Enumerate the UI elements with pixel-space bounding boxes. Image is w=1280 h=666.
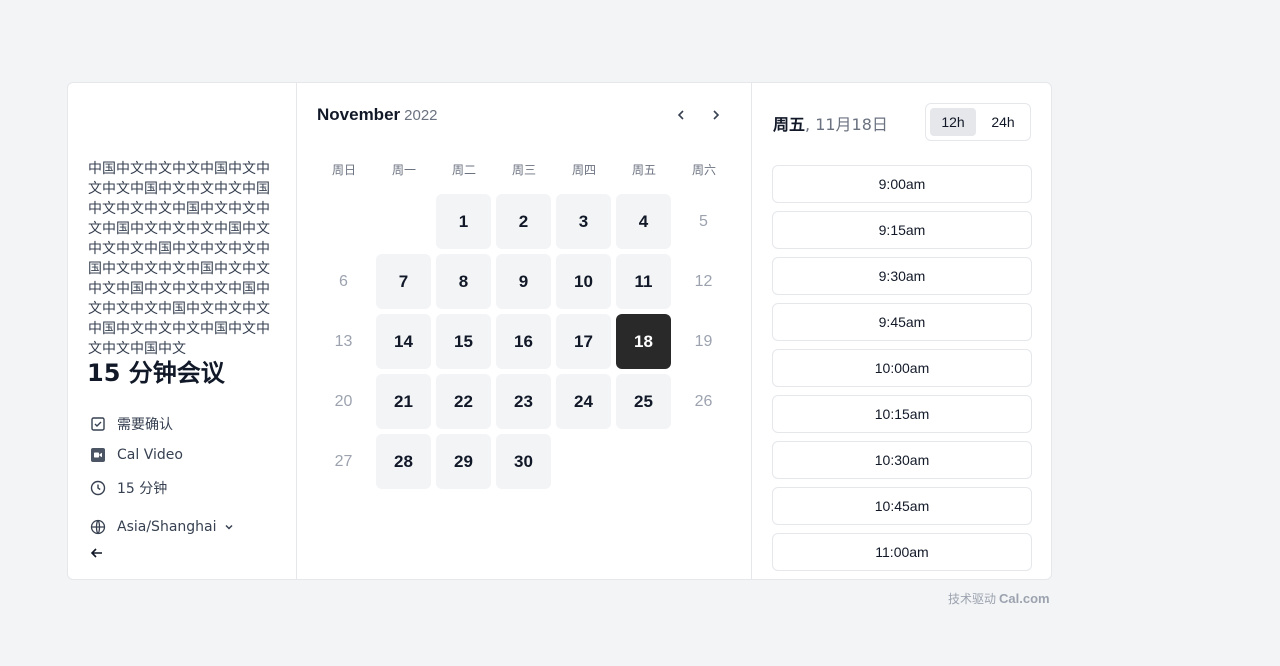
clock-icon: [89, 479, 107, 497]
requires-confirmation-label: 需要确认: [117, 417, 173, 433]
next-month-button[interactable]: [704, 103, 728, 127]
selected-date: , 11月18日: [805, 115, 888, 134]
calendar-day[interactable]: 17: [556, 314, 611, 369]
duration-label: 15 分钟: [117, 481, 168, 497]
timezone-label: Asia/Shanghai: [117, 519, 217, 535]
time-slot-button[interactable]: 9:45am: [772, 303, 1032, 341]
duration-row: 15 分钟: [89, 478, 167, 498]
calendar-day[interactable]: 22: [436, 374, 491, 429]
time-slot-button[interactable]: [772, 579, 1032, 580]
toggle-12h-button[interactable]: 12h: [930, 108, 976, 136]
time-slots-panel: 周五, 11月18日 12h 24h 9:00am 9:15am 9:30am 9:4…: [752, 83, 1051, 580]
weekday-label: 周五: [631, 163, 656, 177]
calendar-day[interactable]: 10: [556, 254, 611, 309]
year-label: 2022: [404, 107, 438, 124]
time-slot-button[interactable]: 10:00am: [772, 349, 1032, 387]
event-title: 15 分钟会议: [87, 359, 225, 387]
time-slot-button[interactable]: 11:00am: [772, 533, 1032, 571]
calendar-day: 20: [334, 392, 353, 410]
calendar-day[interactable]: 15: [436, 314, 491, 369]
powered-by-footer: 技术驱动 Cal.com: [948, 590, 1050, 607]
location-label: Cal Video: [117, 447, 183, 463]
calendar-day: 19: [694, 332, 713, 350]
weekday-label: 周六: [691, 163, 716, 177]
calendar-day: 26: [694, 392, 713, 410]
calendar-day[interactable]: 23: [496, 374, 551, 429]
calendar-day[interactable]: 16: [496, 314, 551, 369]
calendar-day[interactable]: 25: [616, 374, 671, 429]
time-slot-button[interactable]: 9:00am: [772, 165, 1032, 203]
calendar-day[interactable]: 7: [376, 254, 431, 309]
globe-icon: [89, 518, 107, 536]
timezone-select[interactable]: Asia/Shanghai: [89, 518, 235, 536]
time-format-toggle: 12h 24h: [925, 103, 1031, 141]
calendar-day: 27: [334, 452, 353, 470]
previous-month-button[interactable]: [669, 103, 693, 127]
weekday-label: 周一: [391, 163, 416, 177]
calendar-day: 5: [699, 212, 708, 230]
weekday-label: 周三: [511, 163, 536, 177]
month-label: November: [317, 105, 401, 124]
event-info-panel: 中国中文中文中文中国中文中文中文中国中文中文中文中国中文中文中文中国中文中文中文…: [68, 83, 297, 579]
weekday-label: 周四: [571, 163, 596, 177]
calendar-day-selected[interactable]: 18: [616, 314, 671, 369]
calendar-day: 6: [339, 272, 348, 290]
cal-com-logo[interactable]: Cal.com: [999, 591, 1050, 606]
time-slot-button[interactable]: 9:15am: [772, 211, 1032, 249]
chevron-right-icon: [713, 110, 720, 120]
calendar-day[interactable]: 21: [376, 374, 431, 429]
calendar-day: 12: [694, 272, 713, 290]
calendar-day[interactable]: 3: [556, 194, 611, 249]
calendar-day[interactable]: 8: [436, 254, 491, 309]
back-arrow-icon[interactable]: [89, 545, 105, 561]
video-icon: [89, 446, 107, 464]
weekday-label: 周日: [331, 163, 356, 177]
calendar-day[interactable]: 24: [556, 374, 611, 429]
month-year-heading: November 2022: [317, 105, 438, 125]
time-slot-button[interactable]: 9:30am: [772, 257, 1032, 295]
calendar-day[interactable]: 14: [376, 314, 431, 369]
chevron-left-icon: [677, 110, 684, 120]
calendar-day[interactable]: 30: [496, 434, 551, 489]
calendar-panel: November 2022 周日 周一 周二 周三 周四 周五 周六 1 2 3 4 5 6 7 8 9 10 1…: [297, 83, 752, 579]
checkbox-icon: [89, 415, 107, 433]
event-description: 中国中文中文中文中国中文中文中文中国中文中文中文中国中文中文中文中国中文中文中文…: [88, 161, 270, 357]
weekday-label: 周二: [451, 163, 476, 177]
requires-confirmation-row: 需要确认: [89, 414, 173, 434]
calendar-day[interactable]: 11: [616, 254, 671, 309]
selected-weekday: 周五: [773, 115, 806, 134]
toggle-24h-button[interactable]: 24h: [980, 108, 1026, 136]
calendar-day[interactable]: 29: [436, 434, 491, 489]
calendar-day[interactable]: 2: [496, 194, 551, 249]
powered-by-label: 技术驱动: [948, 592, 997, 606]
calendar-day[interactable]: 4: [616, 194, 671, 249]
booking-card: 中国中文中文中文中国中文中文中文中国中文中文中文中国中文中文中文中国中文中文中文…: [67, 82, 1052, 580]
time-slot-button[interactable]: 10:15am: [772, 395, 1032, 433]
location-row: Cal Video: [89, 446, 183, 464]
chevron-down-icon: [223, 521, 235, 533]
calendar-day[interactable]: 9: [496, 254, 551, 309]
time-slot-button[interactable]: 10:30am: [772, 441, 1032, 479]
calendar-day[interactable]: 28: [376, 434, 431, 489]
selected-date-heading: 周五, 11月18日: [773, 111, 888, 135]
calendar-day[interactable]: 1: [436, 194, 491, 249]
time-slot-button[interactable]: 10:45am: [772, 487, 1032, 525]
calendar-day: 13: [334, 332, 353, 350]
